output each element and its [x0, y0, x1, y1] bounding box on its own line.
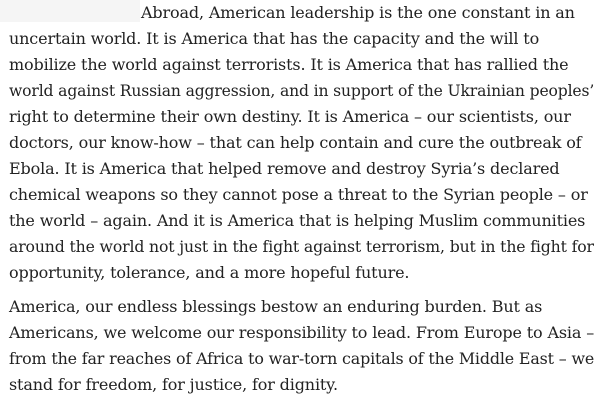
paragraph-1-line-10: around the world not just in the fight a… [9, 237, 594, 256]
paragraph-2-line-2: Americans, we welcome our responsibility… [9, 323, 595, 342]
paragraph-1-line-11: opportunity, tolerance, and a more hopef… [9, 263, 410, 282]
paragraph-2-line-4: stand for freedom, for justice, for dign… [9, 375, 338, 394]
paragraph-2-line-1: America, our endless blessings bestow an… [9, 297, 543, 316]
paragraph-1-line-8: chemical weapons so they cannot pose a t… [9, 185, 588, 204]
paragraph-1-line-5: right to determine their own destiny. It… [9, 107, 571, 126]
paragraph-1-line-2: uncertain world. It is America that has … [9, 29, 540, 48]
paragraph-1-line-3: mobilize the world against terrorists. I… [9, 55, 569, 74]
faded-header-area [0, 0, 140, 22]
paragraph-1-line-1: Abroad, American leadership is the one c… [141, 3, 575, 22]
paragraph-1-line-6: doctors, our know-how – that can help co… [9, 133, 582, 152]
paragraph-2-line-3: from the far reaches of Africa to war-to… [9, 349, 595, 368]
speech-excerpt: Abroad, American leadership is the one c… [0, 0, 600, 400]
paragraph-1-line-7: Ebola. It is America that helped remove … [9, 159, 560, 178]
paragraph-1-line-4: world against Russian aggression, and in… [9, 81, 595, 100]
paragraph-1-line-9: the world – again. And it is America tha… [9, 211, 586, 230]
